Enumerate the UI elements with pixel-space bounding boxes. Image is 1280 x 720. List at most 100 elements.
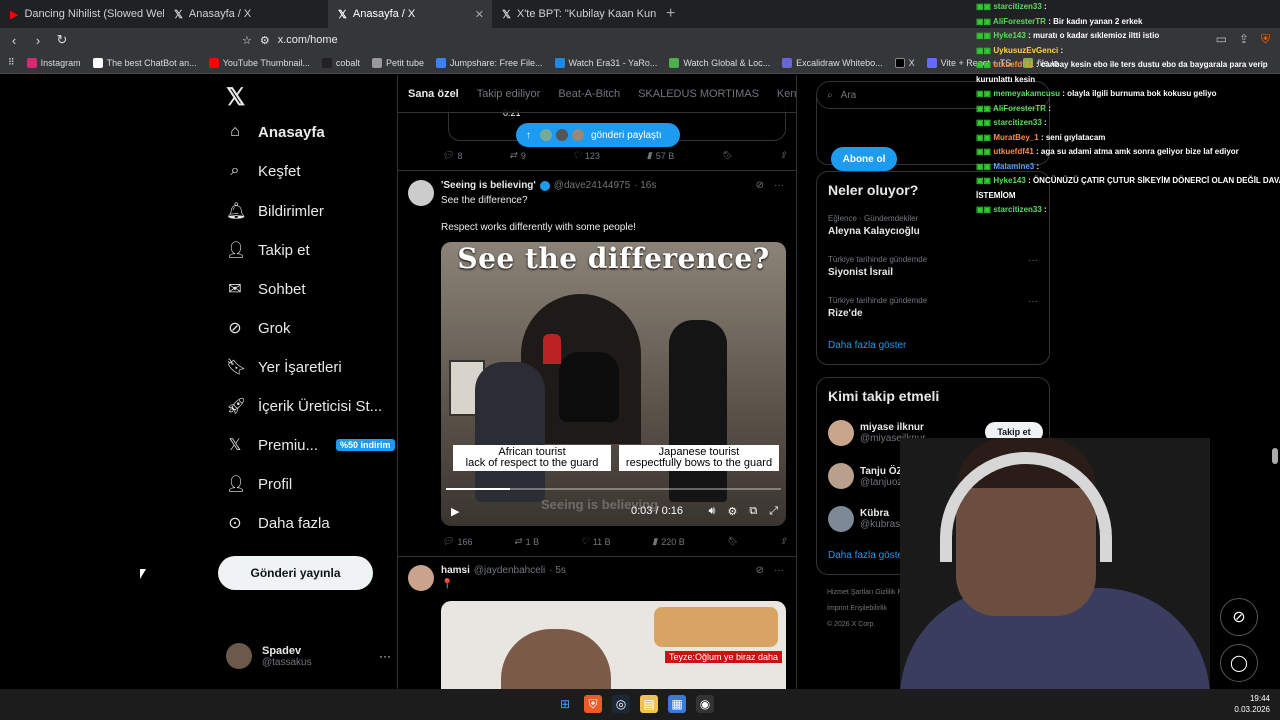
repost-button[interactable]: ⇄ 1 B	[514, 536, 539, 547]
views-button[interactable]: ▮ 220 B	[652, 536, 684, 547]
bookmark-item[interactable]: The best ChatBot an...	[92, 57, 197, 68]
nav-follow[interactable]: 👤︎ Takip et	[226, 240, 310, 260]
bookmark-item[interactable]: Petit tube	[371, 57, 424, 68]
bookmark-button[interactable]: 🔖︎	[726, 536, 737, 547]
volume-icon[interactable]: 🔊︎	[709, 505, 716, 518]
like-button[interactable]: ♡ 11 B	[581, 536, 611, 547]
app-icon[interactable]: ▦	[668, 695, 686, 713]
video-progress-bar[interactable]	[446, 488, 781, 490]
avatar[interactable]	[408, 565, 434, 591]
post-time[interactable]: · 16s	[634, 180, 656, 191]
author-handle[interactable]: @jaydenbahceli	[474, 565, 545, 576]
post-header: hamsi @jaydenbahceli · 5s	[441, 565, 566, 576]
x-logo-icon[interactable]: 𝕏	[226, 83, 245, 112]
new-posts-pill[interactable]: ↑ gönderi paylaştı	[516, 123, 680, 147]
grok-fab-button[interactable]: ⊘	[1220, 598, 1258, 636]
browser-tab[interactable]: 𝕏X'te BPT: "Kubilay Kaan Kundakçı'nın	[492, 0, 656, 28]
nav-grok[interactable]: ⊘ Grok	[226, 318, 290, 338]
browser-tab[interactable]: ▶Dancing Nihilist (Slowed Welly W	[0, 0, 164, 28]
author-handle[interactable]: @dave24144975	[554, 180, 630, 191]
close-tab-icon[interactable]: ✕	[475, 8, 484, 21]
forward-icon[interactable]: ›	[28, 33, 48, 48]
bookmark-button[interactable]: 🔖︎	[721, 150, 732, 161]
apps-grid-icon[interactable]: ⠿	[8, 57, 15, 68]
new-tab-button[interactable]: +	[656, 5, 685, 23]
footer-link[interactable]: Hizmet Şartları Gizlilik P...	[827, 585, 907, 601]
grok-icon[interactable]: ⊘	[756, 565, 764, 576]
subscribe-button[interactable]: Abone ol	[831, 147, 897, 171]
bookmark-item[interactable]: Excalidraw Whitebo...	[782, 57, 883, 68]
footer-link[interactable]: İmprint Erişilebilirlik	[827, 601, 907, 617]
bookmark-page-icon[interactable]: ☆	[242, 34, 252, 47]
share-button[interactable]: ⇪	[779, 150, 787, 161]
tab-for-you[interactable]: Sana özel	[408, 88, 459, 100]
nav-premium[interactable]: 𝕏 Premiu... %50 indirim	[226, 435, 395, 455]
reply-button[interactable]: 💬︎ 8	[442, 150, 462, 161]
avatar[interactable]	[408, 180, 434, 206]
post-button[interactable]: Gönderi yayınla	[218, 556, 373, 590]
nav-notifications[interactable]: 🔔︎ Bildirimler	[226, 201, 324, 221]
nav-explore[interactable]: ⌕ Keşfet	[226, 162, 301, 180]
messages-fab-button[interactable]: ◯	[1220, 644, 1258, 682]
browser-tab[interactable]: 𝕏 Anasayfa / X	[164, 0, 328, 28]
trend-item[interactable]: Türkiye tarihinde gündemde Rize'de ···	[828, 296, 1038, 319]
nav-chat[interactable]: ✉ Sohbet	[226, 279, 305, 299]
post-media[interactable]: Teyze:Oğlum ye biraz daha	[441, 601, 786, 689]
pip-icon[interactable]: ⧉	[749, 505, 757, 518]
more-icon[interactable]: ···	[379, 649, 391, 663]
more-icon[interactable]: ···	[1028, 296, 1038, 307]
post-time[interactable]: · 5s	[549, 565, 566, 576]
timeline-tabs: Sana özel Takip ediliyor Beat-A-Bitch SK…	[398, 75, 796, 113]
windows-start-icon[interactable]: ⊞	[556, 695, 574, 713]
brave-browser-icon[interactable]: ⛨	[584, 695, 602, 713]
bookmark-item[interactable]: Watch Global & Loc...	[669, 57, 770, 68]
reload-icon[interactable]: ↻	[52, 32, 72, 48]
nav-creator-studio[interactable]: 🚀︎ İçerik Üreticisi St...	[226, 396, 382, 416]
show-more-link[interactable]: Daha fazla göster	[828, 340, 906, 351]
chat-text: : ÖNCÜNÜZÜ ÇATIR ÇUTUR SİKEYİM DÖNERCİ O…	[1028, 176, 1280, 185]
author-name[interactable]: hamsi	[441, 565, 470, 576]
nav-bookmarks[interactable]: 🔖︎ Yer İşaretleri	[226, 357, 342, 377]
grok-icon[interactable]: ⊘	[756, 180, 764, 191]
bookmark-item[interactable]: Instagram	[26, 57, 81, 68]
scrollbar[interactable]	[1272, 448, 1278, 464]
video-player[interactable]: See the difference? African tourist lack…	[441, 242, 786, 526]
repost-button[interactable]: ⇄ 9	[509, 150, 526, 161]
tab-list[interactable]: SKALEDUS MORTIMAS	[638, 88, 759, 100]
obs-icon[interactable]: ◉	[696, 695, 714, 713]
fullscreen-icon[interactable]: ⤢	[769, 505, 778, 518]
reply-button[interactable]: 💬︎ 166	[442, 536, 472, 547]
back-icon[interactable]: ‹	[4, 33, 24, 48]
author-name[interactable]: 'Seeing is believing'	[441, 180, 536, 191]
account-switcher[interactable]: Spadev @tassakus ···	[226, 643, 391, 669]
show-more-link[interactable]: Daha fazla göster	[828, 550, 906, 561]
nav-more[interactable]: ⊙ Daha fazla	[226, 513, 329, 533]
bookmark-icon: 🔖︎	[226, 359, 247, 376]
tab-following[interactable]: Takip ediliyor	[477, 88, 541, 100]
share-icon: ⇪	[779, 150, 787, 160]
more-icon[interactable]: ···	[1028, 255, 1038, 266]
file-explorer-icon[interactable]: ▤	[640, 695, 658, 713]
bookmark-item[interactable]: cobalt	[321, 57, 360, 68]
play-icon[interactable]: ▶	[451, 505, 459, 518]
bookmark-item[interactable]: YouTube Thumbnail...	[208, 57, 310, 68]
share-button[interactable]: ⇪	[779, 536, 787, 547]
views-button[interactable]: ▮ 57 B	[647, 150, 674, 161]
like-button[interactable]: ♡ 123	[573, 150, 600, 161]
url-field[interactable]: ☆ ⚙ x.com/home	[242, 30, 942, 50]
more-icon[interactable]: ···	[774, 180, 784, 191]
browser-tab-active[interactable]: 𝕏 Anasayfa / X ✕	[328, 0, 492, 28]
trend-item[interactable]: Türkiye tarihinde gündemde Siyonist İsrai…	[828, 255, 1038, 278]
more-icon[interactable]: ···	[774, 565, 784, 576]
steam-icon[interactable]: ◎	[612, 695, 630, 713]
site-info-icon[interactable]: ⚙	[260, 34, 270, 47]
bookmark-item[interactable]: Jumpshare: Free File...	[435, 57, 543, 68]
bookmark-item[interactable]: Watch Era31 - YaRo...	[554, 57, 657, 68]
settings-gear-icon[interactable]: ⚙	[727, 505, 737, 518]
divider	[398, 556, 796, 557]
bookmark-item[interactable]: X	[894, 57, 915, 68]
tab-list[interactable]: Kend	[777, 88, 796, 100]
tab-list[interactable]: Beat-A-Bitch	[558, 88, 620, 100]
nav-profile[interactable]: 👤︎ Profil	[226, 474, 292, 494]
nav-home[interactable]: ⌂ Anasayfa	[226, 123, 325, 141]
